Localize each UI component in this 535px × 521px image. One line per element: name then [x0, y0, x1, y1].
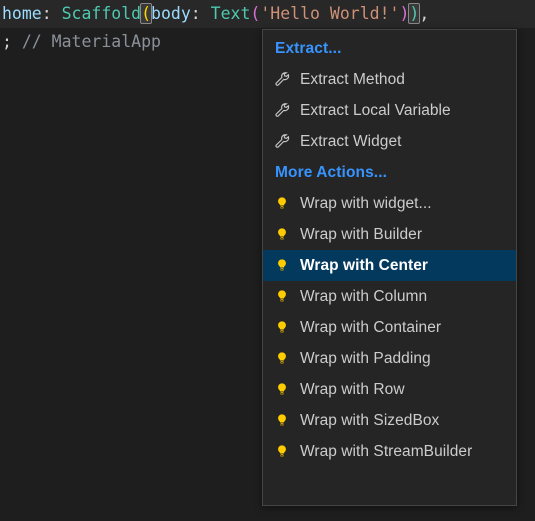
- menu-item-wrap-with-column[interactable]: Wrap with Column: [263, 281, 516, 312]
- code-token-string: 'Hello World!': [260, 4, 400, 23]
- lightbulb-icon: [273, 195, 291, 213]
- lightbulb-icon: [273, 412, 291, 430]
- code-token-identifier: home: [2, 4, 42, 23]
- lightbulb-icon: [273, 350, 291, 368]
- code-token-punct: ;: [2, 32, 12, 51]
- menu-item-wrap-with-builder[interactable]: Wrap with Builder: [263, 219, 516, 250]
- code-token-punct: :: [41, 4, 62, 23]
- quick-fix-context-menu[interactable]: Extract... Extract Method Extract Local …: [262, 29, 517, 506]
- code-token-punct: :: [190, 4, 211, 23]
- menu-section-header-more-actions: More Actions...: [275, 164, 388, 181]
- menu-item-extract-method[interactable]: Extract Method: [263, 64, 516, 95]
- menu-item-label: Wrap with Column: [300, 287, 428, 305]
- code-token-type: Scaffold: [61, 4, 142, 23]
- lightbulb-icon: [273, 319, 291, 337]
- code-token-bracket-close-matched: ): [408, 3, 421, 24]
- lightbulb-icon: [273, 288, 291, 306]
- lightbulb-icon: [273, 257, 291, 275]
- lightbulb-icon: [273, 381, 291, 399]
- menu-item-wrap-with-padding[interactable]: Wrap with Padding: [263, 343, 516, 374]
- menu-item-extract-widget[interactable]: Extract Widget: [263, 126, 516, 157]
- code-token-bracket-open-matched: (: [140, 3, 153, 24]
- code-token-bracket-close: ): [399, 4, 410, 23]
- menu-item-label: Extract Method: [300, 70, 405, 88]
- wrench-icon: [273, 102, 291, 120]
- menu-item-wrap-with-row[interactable]: Wrap with Row: [263, 374, 516, 405]
- menu-item-label: Wrap with Container: [300, 318, 442, 336]
- menu-item-label: Wrap with widget...: [300, 194, 432, 212]
- code-token-comment: // MaterialApp: [11, 32, 161, 51]
- wrench-icon: [273, 71, 291, 89]
- menu-item-wrap-with-widget[interactable]: Wrap with widget...: [263, 188, 516, 219]
- code-line-1[interactable]: home: Scaffold(body: Text('Hello World!'…: [0, 0, 535, 28]
- menu-item-label: Wrap with SizedBox: [300, 411, 440, 429]
- menu-item-label: Wrap with Padding: [300, 349, 431, 367]
- lightbulb-icon: [273, 443, 291, 461]
- code-line-2[interactable]: ; // MaterialApp: [0, 28, 163, 56]
- menu-item-label: Wrap with Center: [300, 256, 428, 274]
- menu-item-label: Wrap with Row: [300, 380, 405, 398]
- code-token-identifier: body: [151, 4, 191, 23]
- menu-item-wrap-with-center[interactable]: Wrap with Center: [263, 250, 516, 281]
- menu-item-wrap-with-streambuilder[interactable]: Wrap with StreamBuilder: [263, 436, 516, 467]
- menu-item-wrap-with-sizedbox[interactable]: Wrap with SizedBox: [263, 405, 516, 436]
- editor-window: home: Scaffold(body: Text('Hello World!'…: [0, 0, 535, 521]
- wrench-icon: [273, 133, 291, 151]
- menu-item-label: Extract Widget: [300, 132, 402, 150]
- menu-item-extract-local-variable[interactable]: Extract Local Variable: [263, 95, 516, 126]
- menu-item-label: Wrap with Builder: [300, 225, 423, 243]
- menu-item-label: Wrap with StreamBuilder: [300, 442, 473, 460]
- code-token-punct: ,: [419, 4, 430, 23]
- menu-section-header-extract: Extract...: [275, 40, 342, 57]
- menu-item-wrap-with-container[interactable]: Wrap with Container: [263, 312, 516, 343]
- lightbulb-icon: [273, 226, 291, 244]
- menu-item-label: Extract Local Variable: [300, 101, 451, 119]
- code-token-type: Text: [210, 4, 251, 23]
- code-token-bracket-open: (: [250, 4, 261, 23]
